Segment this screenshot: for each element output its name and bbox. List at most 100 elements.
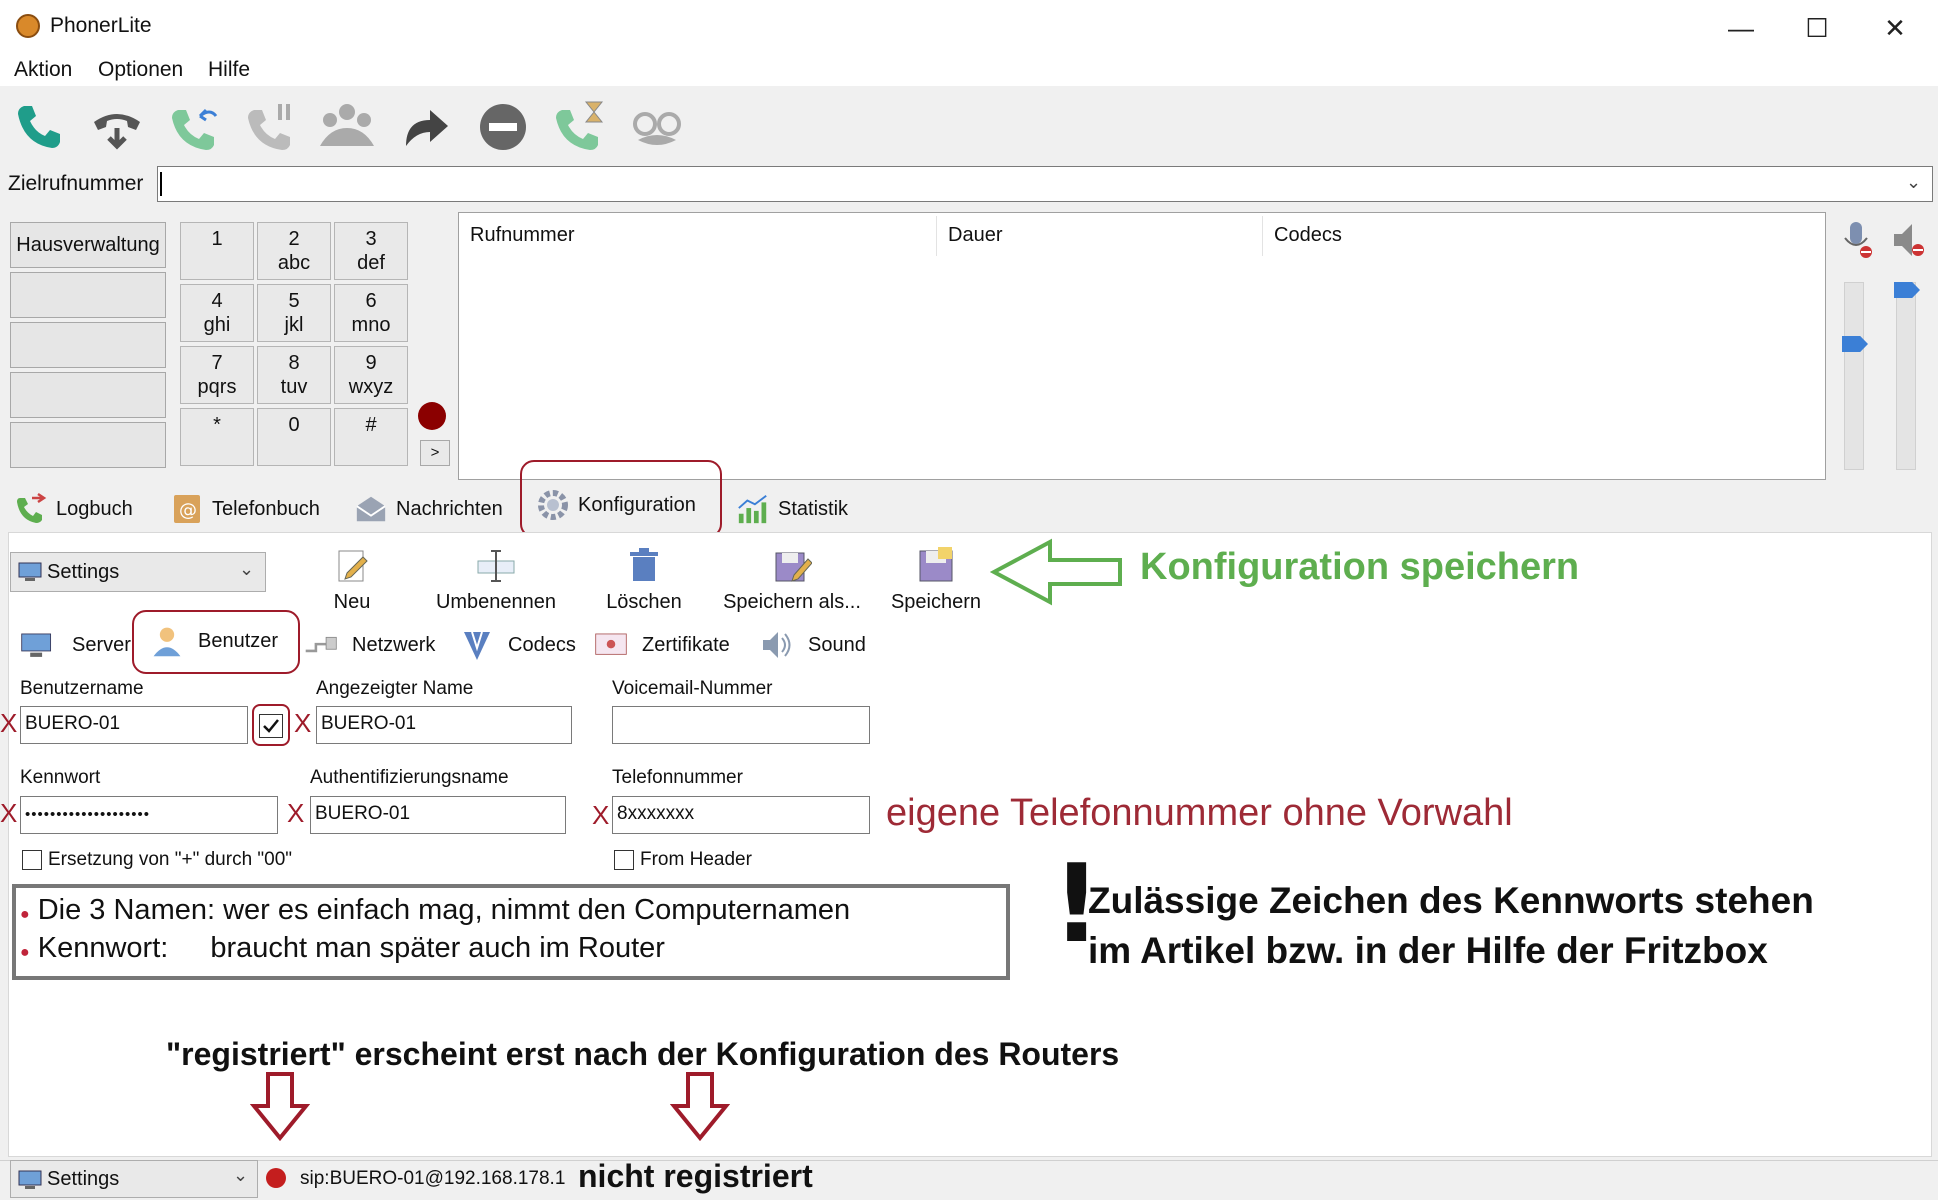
keypad-key-9[interactable]: 9 wxyz (334, 346, 408, 404)
subtab-sound[interactable]: Sound (760, 624, 866, 666)
hangup-icon[interactable] (86, 96, 148, 158)
speaker-icon (760, 628, 794, 662)
key-digit: 1 (211, 228, 223, 250)
bullet-icon: ● (20, 944, 30, 961)
rename-config-button[interactable]: Umbenennen (426, 544, 566, 614)
same-name-checkbox[interactable] (259, 714, 283, 738)
keypad-key-star[interactable]: * (180, 408, 254, 466)
maximize-button[interactable]: ☐ (1782, 8, 1852, 48)
menu-bar (0, 56, 1938, 86)
delete-config-button[interactable]: Löschen (574, 544, 714, 614)
display-name-input[interactable]: BUERO-01 (316, 706, 572, 744)
call-icon[interactable] (8, 96, 70, 158)
mic-volume-thumb[interactable] (1842, 336, 1868, 352)
tab-konfiguration[interactable]: Konfiguration (536, 482, 696, 528)
menu-hilfe[interactable]: Hilfe (208, 58, 250, 82)
forward-icon[interactable] (394, 96, 456, 158)
subtab-zertifikate[interactable]: Zertifikate (594, 624, 730, 666)
keypad-more-button[interactable]: > (420, 440, 450, 466)
incognito-icon[interactable] (626, 96, 688, 158)
close-button[interactable]: ✕ (1860, 8, 1930, 48)
keypad-key-hash[interactable]: # (334, 408, 408, 466)
tab-telefonbuch[interactable]: @ Telefonbuch (170, 486, 320, 532)
dial-number-input[interactable] (157, 166, 1933, 202)
subtab-benutzer[interactable]: Benutzer (150, 620, 278, 662)
mic-mute-icon[interactable] (1840, 220, 1874, 266)
key-digit: 2 (288, 228, 300, 250)
status-profile-value: Settings (47, 1167, 120, 1190)
speaker-volume-slider[interactable] (1896, 282, 1916, 470)
column-header-rufnummer[interactable]: Rufnummer (470, 224, 574, 247)
tool-label: Umbenennen (435, 591, 557, 613)
phone-number-input[interactable]: 8xxxxxxx (612, 796, 870, 834)
tab-logbuch[interactable]: Logbuch (14, 486, 133, 532)
record-icon[interactable] (418, 402, 446, 430)
tab-statistik[interactable]: Statistik (736, 486, 848, 532)
svg-text:@: @ (179, 500, 197, 521)
quick-dial-button[interactable]: Hausverwaltung (10, 222, 166, 268)
hold-icon[interactable] (240, 96, 302, 158)
column-header-dauer[interactable]: Dauer (948, 224, 1002, 247)
keypad-key-7[interactable]: 7 pqrs (180, 346, 254, 404)
keypad-key-4[interactable]: 4 ghi (180, 284, 254, 342)
tab-nachrichten[interactable]: Nachrichten (354, 486, 503, 532)
note-text: wer es einfach mag, nimmt den Computerna… (223, 894, 851, 926)
keypad-key-1[interactable]: 1 (180, 222, 254, 280)
tool-label: Speichern (890, 591, 982, 613)
voicemail-input[interactable] (612, 706, 870, 744)
conference-icon[interactable] (316, 96, 378, 158)
profile-select[interactable]: Settings ⌄ (10, 552, 266, 592)
chevron-down-icon[interactable]: ⌄ (1906, 172, 1921, 193)
subtab-netzwerk[interactable]: Netzwerk (304, 624, 435, 666)
keypad-key-2[interactable]: 2 abc (257, 222, 331, 280)
network-icon (304, 628, 338, 662)
keypad-key-0[interactable]: 0 (257, 408, 331, 466)
tab-label: Server (72, 633, 131, 656)
text-caret (160, 172, 162, 196)
save-as-button[interactable]: Speichern als... (718, 544, 866, 614)
mic-volume-slider[interactable] (1844, 282, 1864, 470)
tab-label: Konfiguration (578, 493, 696, 516)
username-input[interactable]: BUERO-01 (20, 706, 248, 744)
required-mark: X (0, 798, 18, 828)
keypad-key-3[interactable]: 3 def (334, 222, 408, 280)
plus-replacement-checkbox[interactable] (22, 850, 42, 870)
key-digit: 9 (365, 352, 377, 374)
speaker-mute-icon[interactable] (1890, 220, 1928, 266)
tab-label: Benutzer (198, 629, 279, 652)
quick-dial-button[interactable] (10, 372, 166, 418)
subtab-server[interactable]: Server (20, 624, 131, 666)
keypad-key-6[interactable]: 6 mno (334, 284, 408, 342)
key-letters: wxyz (348, 376, 394, 398)
call-list[interactable] (458, 212, 1826, 480)
keypad-key-5[interactable]: 5 jkl (257, 284, 331, 342)
quick-dial-button[interactable] (10, 272, 166, 318)
from-header-checkbox[interactable] (614, 850, 634, 870)
dnd-icon[interactable] (472, 96, 534, 158)
callback-icon[interactable] (164, 96, 226, 158)
subtab-codecs[interactable]: Codecs (460, 624, 576, 666)
password-input[interactable]: •••••••••••••••••••• (20, 796, 278, 834)
save-hint-annotation: Konfiguration speichern (1140, 546, 1580, 588)
column-separator (1262, 216, 1263, 256)
auth-name-input[interactable]: BUERO-01 (310, 796, 566, 834)
menu-aktion[interactable]: Aktion (14, 58, 72, 82)
status-profile-select[interactable]: Settings ⌄ (10, 1160, 258, 1198)
minimize-button[interactable]: — (1706, 8, 1776, 48)
chevron-down-icon: ⌄ (233, 1165, 249, 1185)
save-config-button[interactable]: Speichern (866, 544, 1006, 614)
tab-label: Sound (808, 633, 866, 656)
annotation-arrow-down-icon (669, 1070, 731, 1148)
quick-dial-button[interactable] (10, 322, 166, 368)
new-config-button[interactable]: Neu (282, 544, 422, 614)
quick-dial-button[interactable] (10, 422, 166, 468)
menu-optionen[interactable]: Optionen (98, 58, 183, 82)
key-digit: 6 (365, 290, 377, 312)
tool-label: Löschen (606, 591, 682, 613)
column-header-codecs[interactable]: Codecs (1274, 224, 1342, 247)
registration-status-icon (266, 1168, 286, 1188)
waiting-icon[interactable] (548, 96, 610, 158)
keypad-key-8[interactable]: 8 tuv (257, 346, 331, 404)
speaker-volume-thumb[interactable] (1894, 282, 1920, 298)
required-mark: X (592, 800, 610, 830)
